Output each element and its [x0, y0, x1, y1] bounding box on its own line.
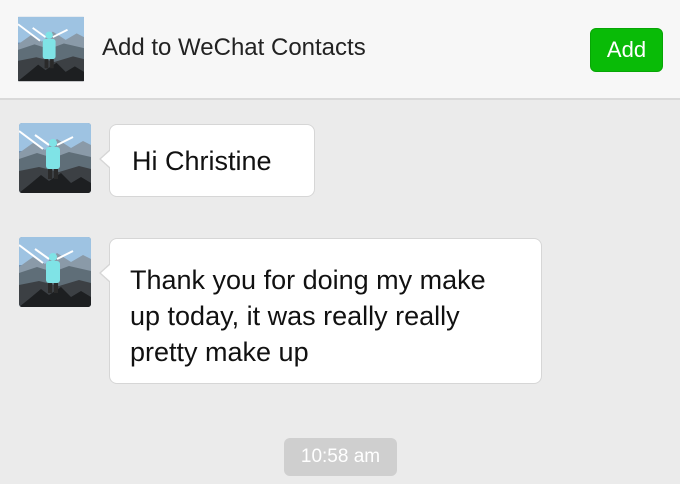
sender-avatar[interactable] — [19, 237, 91, 307]
timestamp-badge: 10:58 am — [284, 438, 397, 476]
message-text: Thank you for doing my make up today, it… — [130, 265, 486, 367]
avatar-photo — [19, 237, 91, 307]
message-bubble[interactable]: Hi Christine — [99, 124, 315, 197]
message-bubble[interactable]: Thank you for doing my make up today, it… — [99, 238, 542, 384]
avatar-photo — [18, 15, 84, 83]
message-text: Hi Christine — [132, 146, 272, 176]
add-button[interactable]: Add — [590, 28, 663, 72]
avatar[interactable] — [18, 15, 84, 83]
sender-avatar[interactable] — [19, 123, 91, 193]
add-contact-label: Add to WeChat Contacts — [102, 34, 366, 61]
avatar-photo — [19, 123, 91, 193]
add-contact-banner: Add to WeChat Contacts Add — [0, 0, 680, 100]
